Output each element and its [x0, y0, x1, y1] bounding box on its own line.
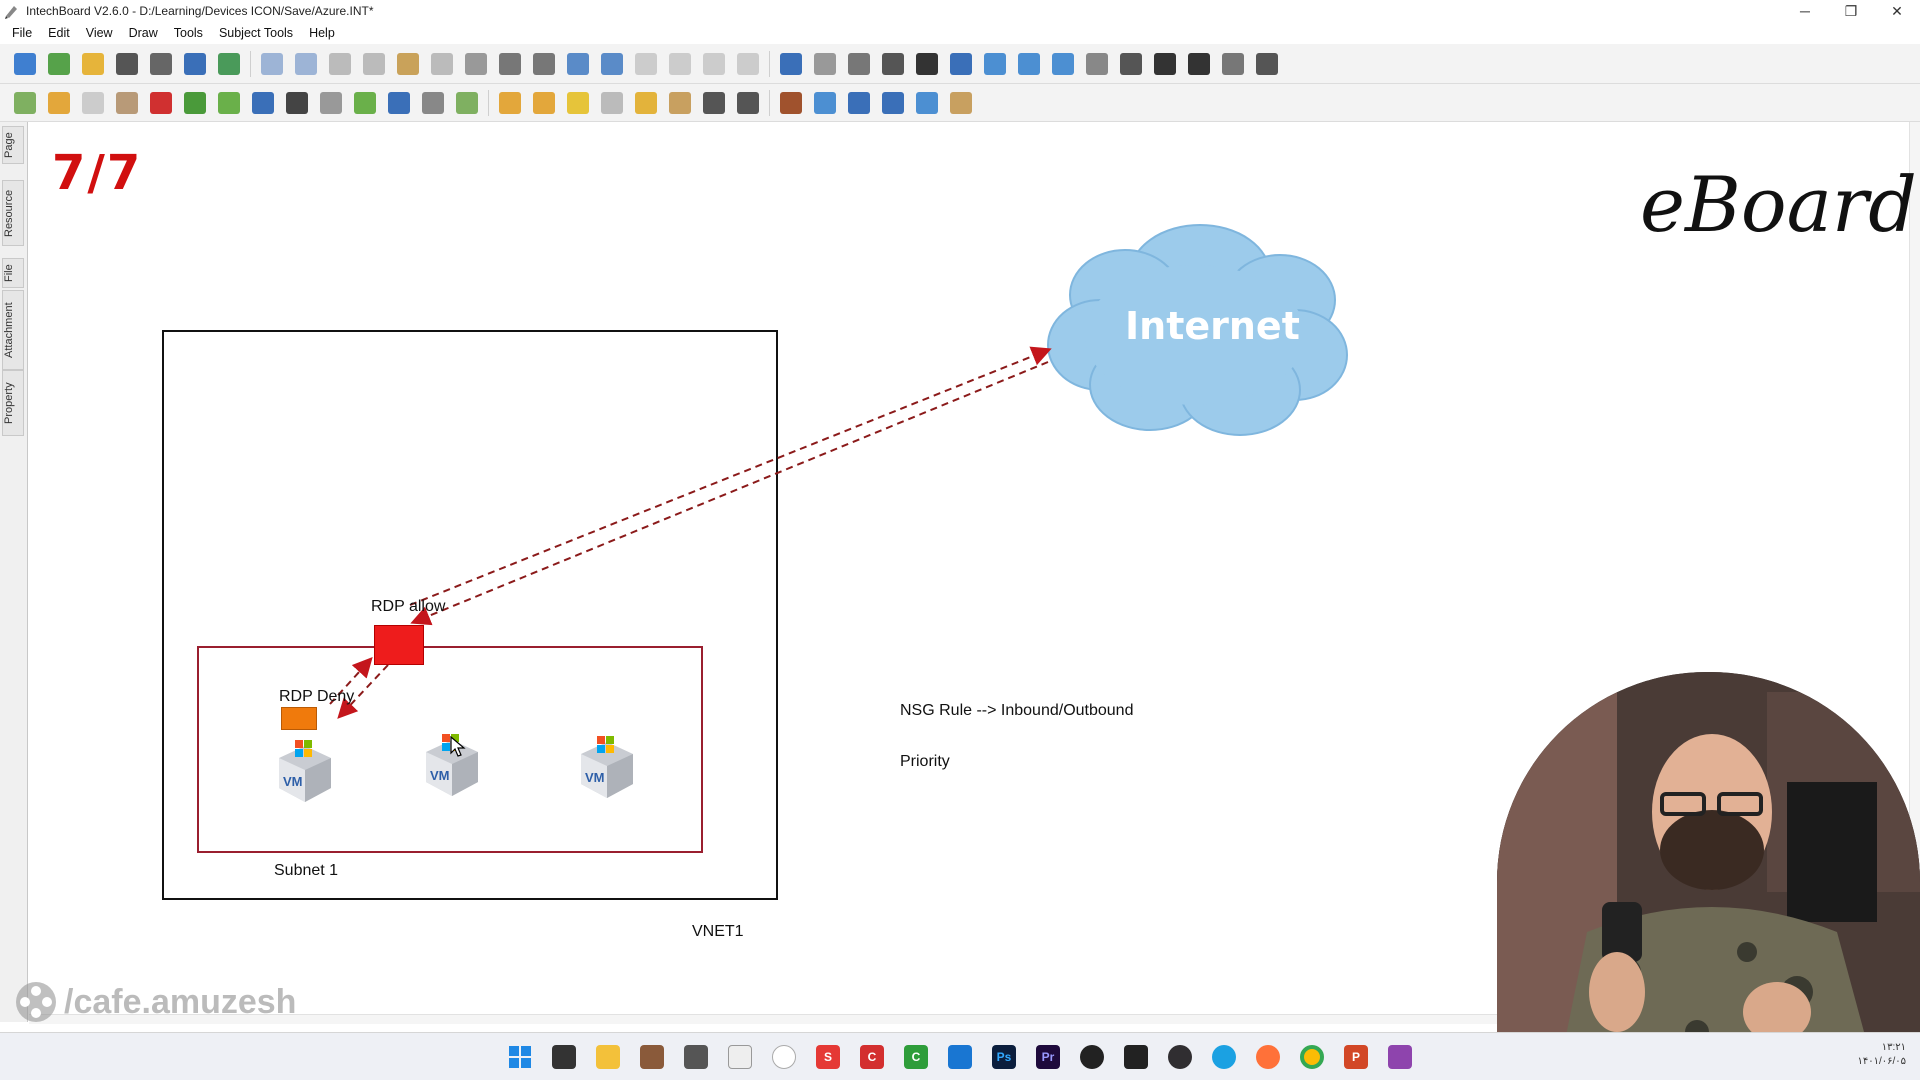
taskbar-app-3[interactable]	[938, 1037, 982, 1077]
taskbar-app-s[interactable]: S	[806, 1037, 850, 1077]
c-app-icon: C	[860, 1044, 884, 1069]
s-app-icon: S	[816, 1044, 840, 1069]
taskbar-app-4[interactable]	[1070, 1037, 1114, 1077]
film-reel-icon	[16, 982, 56, 1022]
c-green-app-icon: C	[904, 1044, 928, 1069]
taskbar-powerpoint[interactable]: P	[1334, 1037, 1378, 1077]
intechboard-icon	[728, 1044, 752, 1069]
taskbar-app-c-green[interactable]: C	[894, 1037, 938, 1077]
vm-label: VM	[283, 774, 303, 789]
vm-label: VM	[585, 770, 605, 785]
taskbar-itunes[interactable]	[762, 1037, 806, 1077]
firefox-icon	[1256, 1044, 1280, 1069]
folder-icon	[596, 1044, 620, 1069]
mouse-cursor-icon	[450, 736, 466, 757]
taskbar-sticky-notes[interactable]	[542, 1037, 586, 1077]
premiere-icon: Pr	[1036, 1044, 1060, 1069]
app-icon	[640, 1044, 664, 1069]
app-icon	[684, 1044, 708, 1069]
edge-icon	[1212, 1044, 1236, 1069]
windows-start-icon	[509, 1045, 531, 1068]
chrome-icon	[1300, 1044, 1324, 1069]
taskbar-file-explorer[interactable]	[586, 1037, 630, 1077]
vm-label: VM	[430, 768, 450, 783]
powerpoint-icon: P	[1344, 1044, 1368, 1069]
nsg-deny-box[interactable]	[281, 707, 317, 730]
webcam-overlay	[1497, 672, 1920, 1080]
nsg-rule-text: NSG Rule --> Inbound/Outbound	[900, 702, 1134, 719]
app-window: IntechBoard V2.6.0 - D:/Learning/Devices…	[0, 0, 1920, 1080]
system-tray-clock[interactable]: ۱۳:۲۱ ۱۴۰۱/۰۶/۰۵	[1857, 1041, 1906, 1069]
obs-icon	[1168, 1044, 1192, 1069]
taskbar-premiere[interactable]: Pr	[1026, 1037, 1070, 1077]
app-icon	[1388, 1044, 1412, 1069]
vm-icon-3[interactable]: VM	[575, 734, 639, 804]
photoshop-icon: Ps	[992, 1044, 1016, 1069]
taskbar-photoshop[interactable]: Ps	[982, 1037, 1026, 1077]
app-icon	[1124, 1044, 1148, 1069]
taskbar-app-1[interactable]	[630, 1037, 674, 1077]
taskbar-app-6[interactable]	[1378, 1037, 1422, 1077]
priority-text: Priority	[900, 753, 950, 770]
taskbar-app-5[interactable]	[1114, 1037, 1158, 1077]
subnet-label: Subnet 1	[274, 862, 339, 879]
app-icon	[1080, 1044, 1104, 1069]
sticky-notes-icon	[552, 1044, 576, 1069]
taskbar-firefox[interactable]	[1246, 1037, 1290, 1077]
taskbar-obs[interactable]	[1158, 1037, 1202, 1077]
vm-icon-1[interactable]: VM	[273, 738, 337, 808]
rdp-allow-label: RDP allow	[371, 598, 446, 615]
windows-taskbar: S C C Ps Pr P ۱۳:۲۱ ۱۴۰۱/۰۶/۰۵	[0, 1032, 1920, 1080]
vnet-label: VNET1	[692, 923, 744, 940]
tray-date: ۱۴۰۱/۰۶/۰۵	[1857, 1056, 1906, 1067]
watermark-text: /cafe.amuzesh	[64, 982, 297, 1021]
music-icon	[772, 1044, 796, 1069]
taskbar-chrome[interactable]	[1290, 1037, 1334, 1077]
rdp-deny-label: RDP Deny	[279, 688, 355, 705]
taskbar-app-2[interactable]	[674, 1037, 718, 1077]
taskbar-edge[interactable]	[1202, 1037, 1246, 1077]
taskbar-app-c-red[interactable]: C	[850, 1037, 894, 1077]
app-icon	[948, 1044, 972, 1069]
taskbar-start-button[interactable]	[498, 1037, 542, 1077]
nsg-allow-box[interactable]	[374, 625, 424, 665]
taskbar-intechboard[interactable]	[718, 1037, 762, 1077]
channel-watermark: /cafe.amuzesh	[14, 980, 296, 1024]
tray-time: ۱۳:۲۱	[1881, 1042, 1906, 1053]
